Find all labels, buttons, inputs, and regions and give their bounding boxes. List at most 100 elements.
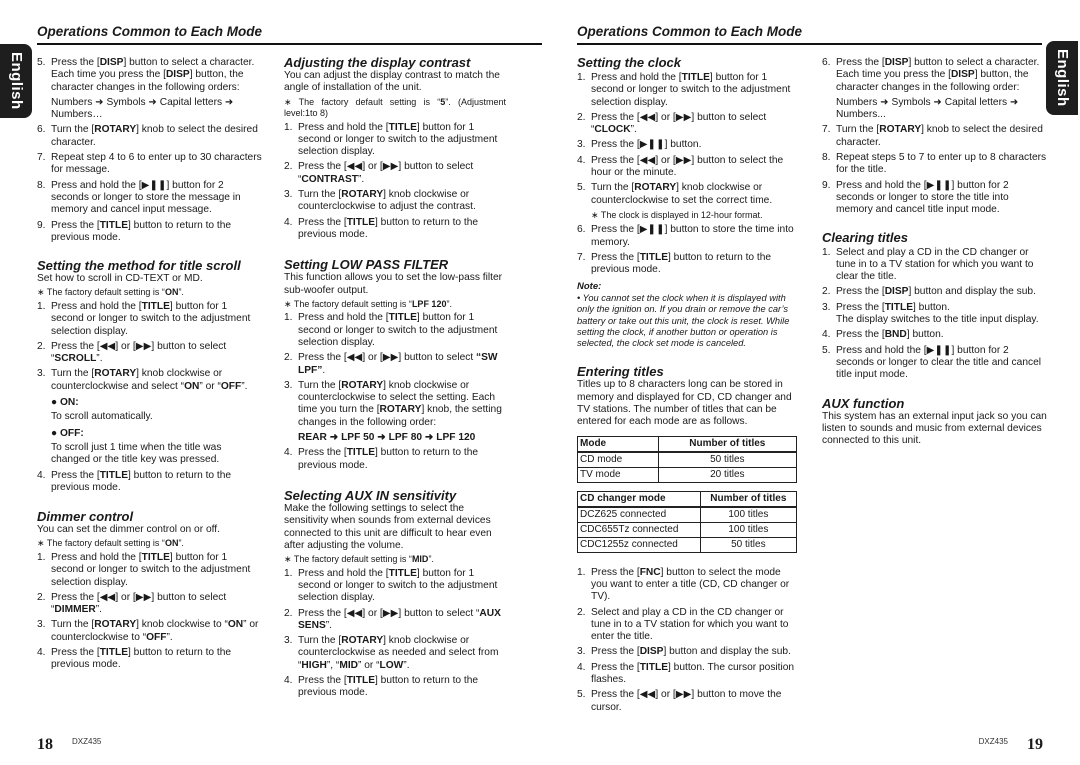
- default-note: ∗ The factory default setting is “5”. (A…: [284, 96, 506, 119]
- step-item: 8. Press and hold the [▶❚❚] button for 2 …: [37, 180, 262, 217]
- step-item: 1. Press the [FNC] button to select the m…: [577, 567, 799, 604]
- step-item: 4. Press the [TITLE] button to return to …: [37, 647, 262, 672]
- section-title-aux: AUX function: [822, 395, 905, 411]
- step-text: Press and hold the [TITLE] button for 1 …: [298, 567, 498, 604]
- step-item: 3. Press the [DISP] button and display th…: [577, 646, 799, 658]
- section-intro: Set how to scroll in CD-TEXT or MD.: [37, 273, 203, 285]
- table-header-row: CD changer mode Number of titles: [577, 490, 798, 508]
- step-number: 1.: [37, 551, 46, 563]
- step-item: 6. Turn the [ROTARY] knob to select the d…: [37, 124, 262, 149]
- model-name-right: DXZ435: [978, 736, 1008, 746]
- step-item: 5. Turn the [ROTARY] knob clockwise or co…: [577, 182, 799, 221]
- step-item: 2. Press the [◀◀] or [▶▶] button to selec…: [37, 341, 262, 366]
- step-number: 3.: [284, 189, 293, 201]
- scroll-steps: 1. Press and hold the [TITLE] button for …: [37, 301, 262, 393]
- step-number: 7.: [577, 252, 586, 264]
- step-number: 1.: [284, 312, 293, 324]
- section-title-aux-sens: Selecting AUX IN sensitivity: [284, 487, 457, 503]
- step-text: Press the [◀◀] or [▶▶] button to select …: [591, 111, 767, 136]
- step-number: 3.: [284, 379, 293, 391]
- language-tab-label: English: [1054, 49, 1072, 107]
- step-text: Press and hold the [TITLE] button for 1 …: [591, 72, 791, 108]
- step-number: 1.: [284, 121, 293, 133]
- step-text: Turn the [ROTARY] knob clockwise or coun…: [591, 182, 773, 206]
- step-number: 9.: [37, 219, 46, 231]
- step-item: 7. Press the [TITLE] button to return to …: [577, 252, 799, 277]
- step-item: 9. Press and hold the [▶❚❚] button for 2 …: [822, 180, 1047, 217]
- step-number: 4.: [284, 674, 293, 686]
- table-header: CD changer mode: [577, 490, 701, 508]
- clock-note: • You cannot set the clock when it is di…: [577, 292, 790, 349]
- step-number: 1.: [37, 300, 46, 312]
- step-text: Turn the [ROTARY] knob clockwise or coun…: [298, 635, 499, 671]
- step-number: 2.: [284, 161, 293, 173]
- table-row: DCZ625 connected 100 titles: [577, 506, 798, 523]
- clearing-steps: 1. Select and play a CD in the CD changer…: [822, 247, 1047, 382]
- step-number: 1.: [822, 246, 831, 258]
- step-item: 2. Press the [DISP] button and display th…: [822, 286, 1047, 298]
- step-text: Press and hold the [▶❚❚] button for 2 se…: [836, 344, 1042, 381]
- step-item: 1. Press and hold the [TITLE] button for …: [37, 301, 262, 338]
- step-item: 1. Press and hold the [TITLE] button for …: [284, 312, 506, 349]
- step-item: 6. Press the [DISP] button to select a ch…: [822, 57, 1047, 121]
- section-title-scroll: Setting the method for title scroll: [37, 258, 241, 274]
- step-note: ∗ The clock is displayed in 12-hour form…: [591, 209, 763, 220]
- step-text: Press the [TITLE] button. The display swi…: [836, 301, 1039, 326]
- step-number: 3.: [577, 139, 586, 151]
- section-intro: Make the following settings to select th…: [284, 502, 492, 551]
- step-text: Press the [▶❚❚] button to store the time…: [591, 224, 794, 248]
- clock-steps: 1. Press and hold the [TITLE] button for …: [577, 72, 799, 277]
- step-number: 7.: [822, 124, 831, 136]
- step-item: 3. Press the [TITLE] button. The display s…: [822, 302, 1047, 327]
- step-text: Press the [TITLE] button to return to th…: [298, 447, 479, 471]
- step-text: Press and hold the [▶❚❚] button for 2 se…: [51, 179, 241, 216]
- step-item: 4. Press the [TITLE] button to return to …: [284, 217, 506, 242]
- step-text: Press the [BND] button.: [836, 329, 944, 341]
- aux-text: This system has an external input jack s…: [822, 410, 1047, 447]
- step-item: 4. Press the [TITLE] button. The cursor p…: [577, 662, 799, 687]
- section-title-clock: Setting the clock: [577, 55, 682, 70]
- step-item: 5. Press the [◀◀] or [▶▶] button to move …: [577, 689, 799, 714]
- step-item: 3. Turn the [ROTARY] knob clockwise or co…: [284, 189, 506, 214]
- title-char-steps: 6. Press the [DISP] button to select a ch…: [822, 57, 1047, 217]
- step-text: Press the [TITLE] button to return to th…: [51, 219, 232, 243]
- step-number: 8.: [37, 179, 46, 191]
- section-title-clearing: Clearing titles: [822, 229, 908, 245]
- column-1: 5. Press the [DISP] button to select a ch…: [37, 55, 262, 675]
- step-text: Repeat steps 5 to 7 to enter up to 8 cha…: [836, 152, 1047, 176]
- step-text: Press the [DISP] button and display the …: [591, 646, 791, 658]
- step-text: Press the [FNC] button to select the mod…: [591, 566, 790, 603]
- step-item: 4. Press the [TITLE] button to return to …: [284, 447, 506, 472]
- scroll-options: ● ON: To scroll automatically. ● OFF: To…: [37, 397, 262, 466]
- step-number: 3.: [37, 368, 46, 380]
- step-text: Press and hold the [TITLE] button for 1 …: [51, 300, 251, 337]
- step-text: Turn the [ROTARY] knob clockwise to “ON”…: [51, 619, 259, 643]
- table-cell: 100 titles: [699, 521, 798, 538]
- step-item: 2. Press the [◀◀] or [▶▶] button to selec…: [284, 352, 506, 377]
- step-number: 3.: [822, 301, 831, 313]
- table-header: Number of titles: [657, 435, 798, 453]
- step-text: Press and hold the [▶❚❚] button for 2 se…: [836, 179, 1009, 216]
- table-row: TV mode 20 titles: [577, 466, 798, 483]
- page-title: Operations Common to Each Mode: [37, 24, 263, 39]
- step-number: 3.: [577, 646, 586, 658]
- page-number-left: 18: [37, 735, 53, 753]
- step-number: 2.: [284, 352, 293, 364]
- step-number: 1.: [284, 567, 293, 579]
- step-number: 4.: [577, 661, 586, 673]
- step-item: 4. Press the [TITLE] button to return to …: [37, 470, 262, 495]
- page-header-right: Operations Common to Each Mode: [577, 25, 1042, 45]
- step-item: 3. Turn the [ROTARY] knob clockwise or co…: [37, 368, 262, 393]
- column-3: Setting the clock 1. Press and hold the […: [577, 55, 799, 717]
- step-item: 8. Repeat steps 5 to 7 to enter up to 8 c…: [822, 152, 1047, 177]
- step-text: Turn the [ROTARY] knob to select the des…: [51, 124, 258, 148]
- entering-steps: 1. Press the [FNC] button to select the m…: [577, 567, 799, 714]
- step-number: 9.: [822, 179, 831, 191]
- step-text: Press the [◀◀] or [▶▶] button to select …: [298, 352, 498, 376]
- table-cell: DCZ625 connected: [577, 506, 701, 523]
- model-name-left: DXZ435: [72, 736, 102, 746]
- step-item: 1. Select and play a CD in the CD changer…: [822, 247, 1047, 284]
- step-number: 6.: [577, 224, 586, 236]
- default-note: ∗ The factory default setting is “LPF 12…: [284, 298, 452, 309]
- option-off-label: ● OFF:: [51, 427, 84, 439]
